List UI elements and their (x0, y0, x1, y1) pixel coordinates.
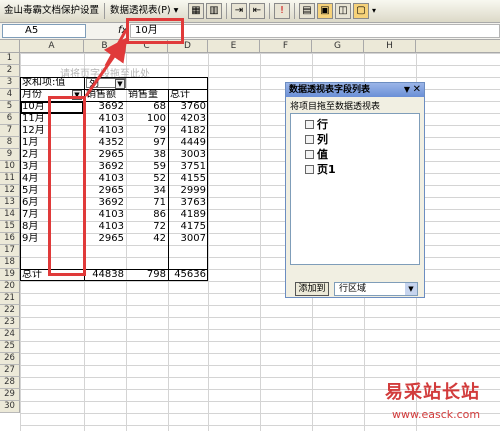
close-icon[interactable]: ✕ (413, 84, 421, 96)
field-label: 行 (317, 118, 328, 131)
checkbox-icon[interactable] (305, 120, 314, 129)
field-item-row[interactable]: 行 (305, 118, 328, 132)
checkbox-icon[interactable] (305, 150, 314, 159)
panel-menu-icon[interactable]: ▼ (404, 84, 410, 96)
annotation-arrow (104, 29, 128, 67)
chevron-down-icon[interactable]: ▼ (405, 283, 417, 295)
watermark-url: www.easck.com (392, 408, 481, 421)
field-item-page1[interactable]: 页1 (305, 163, 336, 177)
field-label: 列 (317, 133, 328, 146)
pivot-field-list-panel: 数据透视表字段列表 ▼ ✕ 将项目拖至数据透视表 行 列 值 页1 添加到 行区… (285, 82, 425, 298)
annotation-arrow (84, 37, 128, 97)
area-select[interactable]: 行区域 ▼ (334, 282, 418, 296)
checkbox-icon[interactable] (305, 165, 314, 174)
field-label: 页1 (317, 163, 336, 176)
area-select-value: 行区域 (339, 284, 367, 294)
field-list-box: 行 列 值 页1 (290, 113, 420, 265)
watermark-brand: 易采站长站 (385, 382, 480, 403)
field-item-value[interactable]: 值 (305, 148, 328, 162)
checkbox-icon[interactable] (305, 135, 314, 144)
field-item-column[interactable]: 列 (305, 133, 328, 147)
add-to-button[interactable]: 添加到 (295, 282, 329, 296)
annotation-arrows (84, 29, 128, 97)
field-label: 值 (317, 148, 328, 161)
panel-description: 将项目拖至数据透视表 (290, 102, 381, 112)
